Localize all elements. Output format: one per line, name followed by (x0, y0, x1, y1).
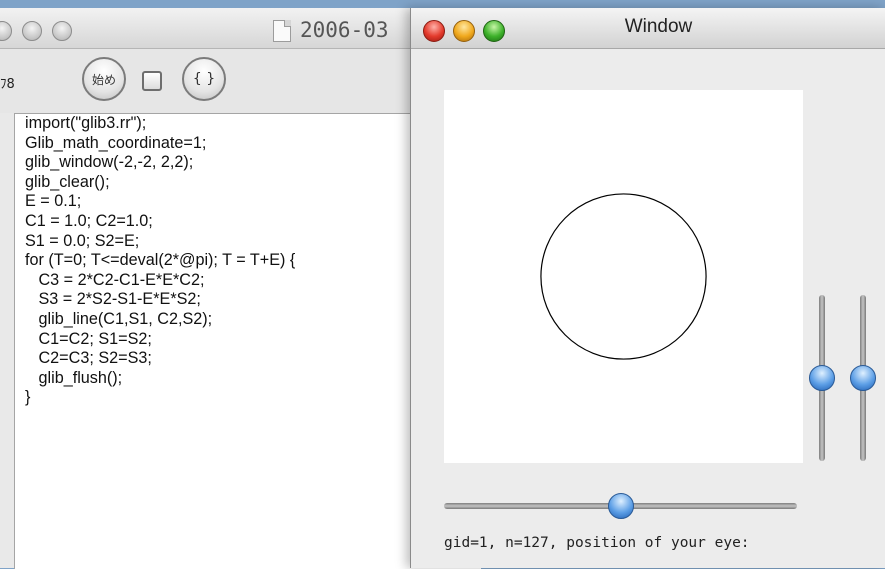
close-button[interactable] (0, 21, 12, 41)
horizontal-slider-knob[interactable] (607, 493, 634, 519)
start-button-label: 始め (91, 72, 116, 87)
minimize-button[interactable] (22, 21, 42, 41)
code-text: import("glib3.rr"); Glib_math_coordinate… (25, 114, 296, 407)
drawn-circle (540, 193, 707, 360)
vertical-slider-right-knob[interactable] (850, 365, 876, 391)
graphics-window: Window gid=1, n=127, position of your ey… (410, 8, 885, 568)
checkbox-button[interactable] (142, 71, 162, 91)
editor-window-title: 2006-03 (300, 18, 389, 42)
horizontal-slider[interactable] (444, 493, 797, 519)
vertical-slider-left-knob[interactable] (809, 365, 835, 391)
brace-button-label: { } (192, 71, 216, 87)
document-icon (273, 20, 291, 42)
zoom-button[interactable] (52, 21, 72, 41)
editor-window: 2006-03 ﾌ8 始め { } import("glib3.rr"); Gl… (0, 8, 481, 569)
start-button[interactable]: 始め (82, 57, 126, 101)
vertical-slider-right[interactable] (850, 295, 876, 461)
editor-titlebar: 2006-03 (0, 8, 480, 49)
brace-button[interactable]: { } (182, 57, 226, 101)
editor-toolbar: ﾌ8 始め { } (0, 49, 480, 113)
plot-svg (540, 193, 707, 360)
toolbar-label: ﾌ8 (0, 77, 15, 92)
graphics-titlebar: Window (411, 8, 885, 49)
drawing-canvas[interactable] (444, 90, 803, 463)
status-text: gid=1, n=127, position of your eye: (444, 535, 750, 551)
graphics-window-title: Window (624, 16, 693, 37)
vertical-slider-left[interactable] (809, 295, 835, 461)
